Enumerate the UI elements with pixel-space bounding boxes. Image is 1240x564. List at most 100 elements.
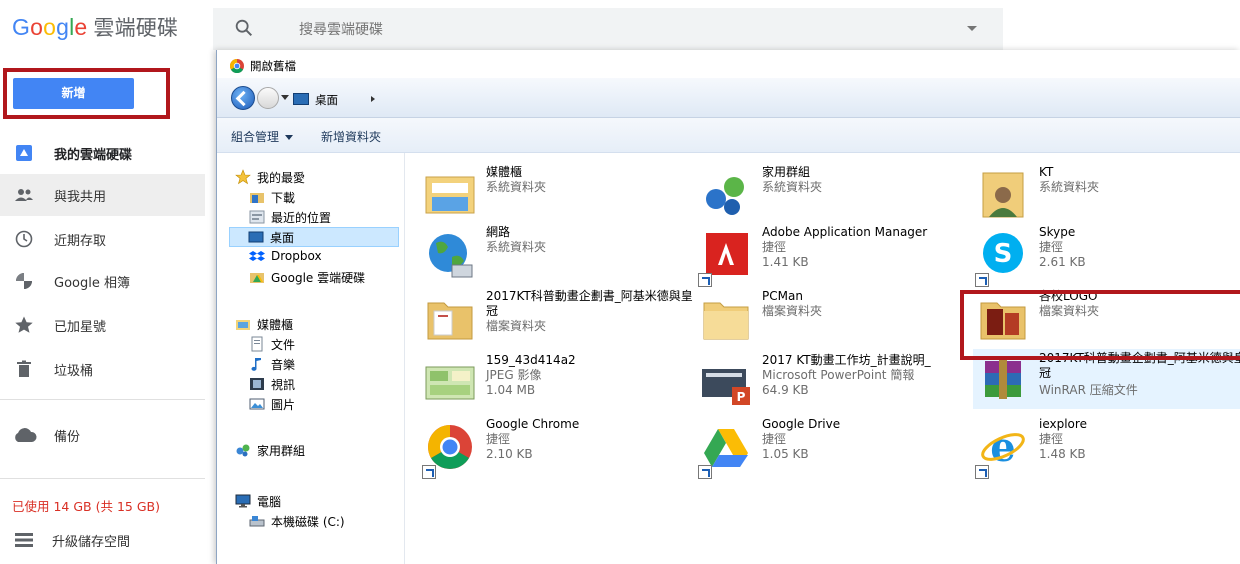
recent-clock-icon: [15, 230, 33, 248]
file-item-kt[interactable]: KT 系統資料夾: [973, 165, 1240, 229]
picture-icon: [249, 398, 265, 410]
nav-label: 電腦: [257, 495, 282, 509]
file-type: Microsoft PowerPoint 簡報: [762, 368, 915, 382]
file-type: 捷徑: [486, 432, 511, 446]
file-type: 系統資料夾: [762, 180, 823, 194]
sidebar-item-upgrade-storage[interactable]: 升級儲存空間: [0, 519, 205, 561]
address-field[interactable]: 桌面: [291, 89, 451, 109]
nav-label: 本機磁碟 (C:): [271, 515, 345, 529]
svg-text:e: e: [990, 424, 1015, 471]
file-item-iexplore[interactable]: e iexplore 捷徑 1.48 KB: [973, 417, 1240, 481]
new-folder-button[interactable]: 新增資料夾: [321, 128, 381, 145]
product-name: 雲端硬碟: [93, 16, 179, 40]
star-favorites-icon: [235, 169, 251, 185]
star-icon: [15, 316, 33, 333]
nav-label: 最近的位置: [271, 211, 332, 225]
back-button[interactable]: [231, 86, 255, 110]
file-name: Skype: [1039, 225, 1076, 239]
file-item-google-drive[interactable]: Google Drive 捷徑 1.05 KB: [696, 417, 966, 481]
file-item-homegroup[interactable]: 家用群組 系統資料夾: [696, 165, 966, 229]
nav-label: Dropbox: [271, 249, 322, 263]
storage-usage-text: 已使用 14 GB (共 15 GB): [12, 499, 160, 514]
my-drive-icon: [16, 145, 32, 161]
sidebar-item-starred[interactable]: 已加星號: [0, 304, 205, 346]
google-drive-logo[interactable]: Google 雲端硬碟: [12, 12, 178, 42]
shortcut-overlay-icon: [975, 273, 989, 287]
nav-label: 媒體櫃: [257, 318, 294, 332]
nav-label: 桌面: [270, 231, 295, 245]
file-name: PCMan: [762, 289, 803, 303]
chrome-icon: [230, 59, 244, 73]
sidebar-item-label: 已加星號: [54, 320, 107, 335]
file-name: 媒體櫃: [486, 165, 523, 179]
nav-label: 音樂: [271, 358, 296, 372]
breadcrumb-chevron-icon[interactable]: [371, 96, 375, 102]
file-type: 捷徑: [762, 432, 787, 446]
libraries-folder-icon: [425, 176, 475, 214]
file-type: JPEG 影像: [486, 368, 542, 382]
nav-label: 家用群組: [257, 444, 306, 458]
organize-label: 組合管理: [231, 130, 280, 144]
file-size: 2.61 KB: [1039, 255, 1086, 269]
file-name: 家用群組: [762, 165, 811, 179]
file-item-pcman[interactable]: PCMan 檔案資料夾: [696, 289, 966, 353]
drive-search-bar[interactable]: 搜尋雲端硬碟: [213, 8, 1003, 50]
folder-icon: [703, 302, 749, 340]
file-name: KT: [1039, 165, 1054, 179]
file-item-2017-kt-workshop-ppt[interactable]: P 2017 KT動畫工作坊_計畫說明_ Microsoft PowerPoin…: [696, 353, 966, 417]
sidebar-item-label: 近期存取: [54, 234, 107, 249]
forward-button[interactable]: [257, 87, 279, 109]
hard-disk-icon: [249, 516, 265, 527]
new-button[interactable]: 新增: [13, 78, 134, 109]
desktop-icon: [293, 93, 309, 105]
winrar-icon: [985, 359, 1021, 399]
file-item-159-43d414a2[interactable]: 159_43d414a2 JPEG 影像 1.04 MB: [420, 353, 690, 417]
nav-label: 文件: [271, 338, 296, 352]
file-type: 捷徑: [1039, 240, 1064, 254]
sidebar-item-google-photos[interactable]: Google 相簿: [0, 260, 205, 302]
sidebar-item-shared-with-me[interactable]: 與我共用: [0, 174, 205, 216]
file-type: 捷徑: [762, 240, 787, 254]
search-options-caret-icon[interactable]: [967, 26, 977, 31]
logo-google-text: Google: [12, 14, 88, 40]
file-item-network[interactable]: 網路 系統資料夾: [420, 225, 690, 289]
sidebar-item-my-drive[interactable]: 我的雲端硬碟: [0, 132, 205, 174]
file-name: Google Chrome: [486, 417, 580, 431]
nav-label: 視訊: [271, 378, 296, 392]
file-item-skype[interactable]: S Skype 捷徑 2.61 KB: [973, 225, 1240, 289]
file-item-adobe-application-manager[interactable]: Adobe Application Manager 捷徑 1.41 KB: [696, 225, 966, 289]
search-icon[interactable]: [233, 17, 255, 39]
file-type: 捷徑: [1039, 432, 1064, 446]
rar-file-highlight-box: [960, 290, 1240, 360]
sidebar-item-label: 垃圾桶: [54, 364, 94, 379]
file-item-libraries[interactable]: 媒體櫃 系統資料夾: [420, 165, 690, 229]
drive-header: Google 雲端硬碟 搜尋雲端硬碟: [0, 0, 1240, 55]
dialog-toolbar: 組合管理 新增資料夾: [217, 118, 1240, 153]
address-breadcrumb-desktop[interactable]: 桌面: [315, 92, 338, 108]
sidebar-item-recent[interactable]: 近期存取: [0, 218, 205, 260]
recent-locations-dropdown-icon[interactable]: [281, 95, 289, 100]
sidebar-item-backups[interactable]: 備份: [0, 414, 205, 456]
file-item-google-chrome[interactable]: Google Chrome 捷徑 2.10 KB: [420, 417, 690, 481]
shortcut-overlay-icon: [975, 465, 989, 479]
organize-button[interactable]: 組合管理: [231, 128, 294, 145]
file-name: 2017KT科普動畫企劃書_阿基米德與皇冠: [486, 289, 693, 318]
svg-text:P: P: [737, 390, 746, 404]
dropbox-icon: [249, 251, 265, 261]
file-type: 系統資料夾: [1039, 180, 1100, 194]
nav-label: 我的最愛: [257, 171, 306, 185]
file-type: 系統資料夾: [486, 180, 547, 194]
file-type: 檔案資料夾: [486, 319, 547, 333]
nav-label: Google 雲端硬碟: [271, 271, 366, 285]
dialog-title: 開啟舊檔: [250, 59, 296, 73]
search-input[interactable]: 搜尋雲端硬碟: [299, 19, 383, 39]
sidebar-item-label: 備份: [54, 430, 81, 445]
file-item-2017kt-folder[interactable]: 2017KT科普動畫企劃書_阿基米德與皇冠 檔案資料夾: [420, 289, 693, 353]
file-size: 2.10 KB: [486, 447, 533, 461]
nav-item-desktop[interactable]: 桌面: [229, 227, 399, 247]
address-bar-row: 桌面: [217, 78, 1240, 118]
sidebar-item-trash[interactable]: 垃圾桶: [0, 348, 205, 390]
file-type: 檔案資料夾: [762, 304, 823, 318]
dialog-titlebar[interactable]: 開啟舊檔: [217, 50, 1240, 78]
sidebar-item-label: Google 相簿: [54, 276, 130, 291]
